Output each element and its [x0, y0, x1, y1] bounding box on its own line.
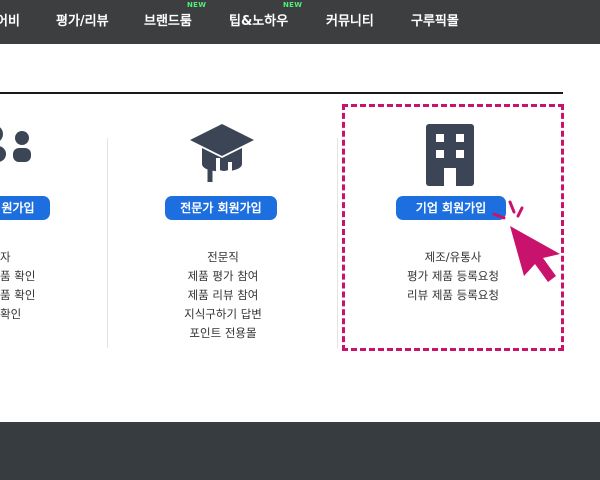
- column-separator: [337, 138, 338, 348]
- feature-item: 자: [0, 250, 11, 264]
- graduation-cap-icon: [190, 124, 254, 182]
- nav-item-community[interactable]: 커뮤니티: [326, 10, 374, 29]
- feature-item: 제품 평가 참여: [187, 269, 259, 283]
- new-badge: NEW: [187, 1, 207, 9]
- signup-column-expert: 전문가 회원가입 전문직 제품 평가 참여 제품 리뷰 참여 지식구하기 답변 …: [148, 94, 298, 394]
- footer: [0, 422, 600, 480]
- feature-item: 품 확인: [0, 288, 36, 302]
- nav-item-tips[interactable]: NEW 팁&노하우: [229, 1, 302, 29]
- top-navigation: 어비 평가/리뷰 NEW 브랜드룸 NEW 팁&노하우 커뮤니티 구루픽몰: [0, 0, 600, 44]
- nav-item-reviews[interactable]: 평가/리뷰: [56, 10, 109, 29]
- feature-item: 확인: [0, 307, 22, 321]
- new-badge: NEW: [283, 1, 303, 9]
- column-separator: [107, 138, 108, 348]
- expert-feature-list: 전문직 제품 평가 참여 제품 리뷰 참여 지식구하기 답변 포인트 전용몰: [148, 248, 298, 343]
- feature-item: 지식구하기 답변: [184, 307, 262, 321]
- feature-item: 품 확인: [0, 269, 36, 283]
- nav-item-gurupick-mall[interactable]: 구루픽몰: [411, 10, 459, 29]
- signup-column-general: 원가입 자 품 확인 품 확인 확인: [0, 94, 100, 394]
- feature-item: 제품 리뷰 참여: [187, 288, 259, 302]
- feature-item: 전문직: [207, 250, 239, 264]
- general-signup-button[interactable]: 원가입: [0, 196, 50, 220]
- expert-signup-button[interactable]: 전문가 회원가입: [165, 196, 277, 220]
- feature-item: 포인트 전용몰: [189, 326, 257, 340]
- general-feature-list: 자 품 확인 품 확인 확인: [0, 248, 100, 324]
- pointer-cursor-icon: [492, 200, 560, 282]
- nav-item-brandroom[interactable]: NEW 브랜드룸: [144, 1, 206, 29]
- nav-item-partial[interactable]: 어비: [0, 10, 20, 29]
- users-icon: [0, 127, 31, 162]
